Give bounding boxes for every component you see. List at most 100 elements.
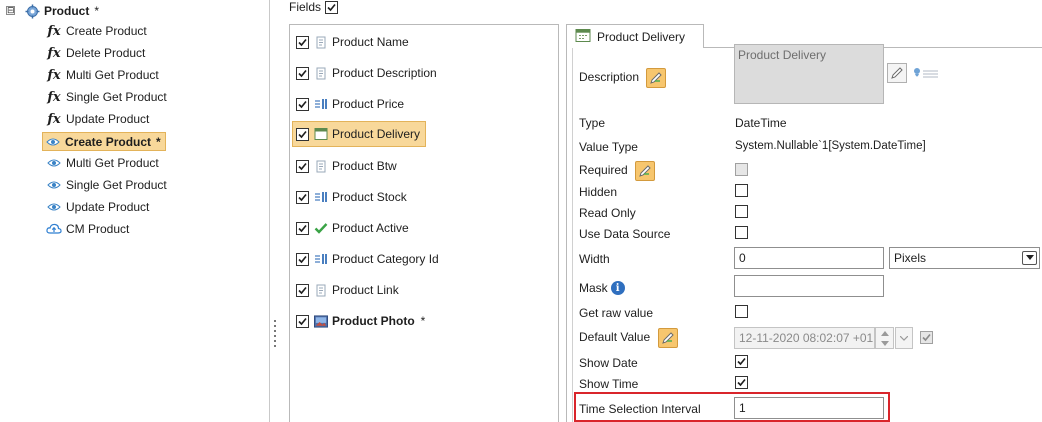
function-icon: fx [47,67,61,83]
text-field-icon [314,283,328,297]
field-checkbox[interactable] [296,314,309,328]
field-row-product-link[interactable]: Product Link [296,277,399,303]
pane-splitter-grip[interactable] [274,320,277,350]
default-value-null-checkbox [920,331,933,344]
text-field-icon [314,159,328,173]
tree-item-create-product[interactable]: fx Create Product [46,21,147,41]
cloud-icon [46,223,62,235]
field-row-product-description[interactable]: Product Description [296,60,437,86]
field-row-product-stock[interactable]: Product Stock [296,184,407,210]
get-raw-value-label: Get raw value [579,306,654,320]
tree-item-delete-product[interactable]: fx Delete Product [46,43,145,63]
required-label: Required [579,161,656,181]
field-label: Product Price [332,97,405,111]
info-icon[interactable]: i [610,281,625,295]
field-row-product-btw[interactable]: Product Btw [296,153,397,179]
tree-item-multi-get-product[interactable]: fx Multi Get Product [46,65,159,85]
field-checkbox[interactable] [296,35,309,49]
field-checkbox[interactable] [296,221,309,235]
get-raw-value-checkbox[interactable] [735,305,748,318]
field-checkbox[interactable] [296,252,309,266]
tree-item-update-product[interactable]: fx Update Product [46,109,149,129]
field-label: Product Link [332,283,399,297]
use-data-source-label: Use Data Source [579,227,671,241]
default-value-spinner [875,327,894,349]
show-date-checkbox[interactable] [735,355,748,368]
tree-item-label: Create Product [65,134,152,149]
value-type-value: System.Nullable`1[System.DateTime] [735,140,926,152]
default-value-label: Default Value [579,328,678,348]
show-time-label: Show Time [579,377,639,391]
function-icon: fx [47,23,61,39]
field-checkbox[interactable] [296,283,309,297]
description-edit-icon-button[interactable] [887,63,907,83]
show-date-label: Show Date [579,356,638,370]
read-only-checkbox[interactable] [735,205,748,218]
chevron-down-icon[interactable] [1022,251,1037,265]
object-tree: ⊟ Product * fx Create Product fx Delete … [0,0,270,422]
component-icon [24,4,40,19]
use-data-source-checkbox[interactable] [735,226,748,239]
field-row-product-category-id[interactable]: Product Category Id [296,246,439,272]
field-checkbox[interactable] [296,190,309,204]
tree-item-single-get-product-view[interactable]: Single Get Product [46,175,167,195]
description-textarea[interactable]: Product Delivery [734,44,884,104]
fields-header: Fields [289,0,339,14]
translate-icon[interactable] [912,66,940,83]
tree-item-create-product-view[interactable]: Create Product * [42,132,166,151]
number-field-icon [314,252,328,266]
tree-item-cm-product[interactable]: CM Product [46,219,129,239]
collapse-toggle[interactable]: ⊟ [6,6,15,15]
mask-input[interactable] [734,275,884,297]
tree-item-label: Create Product [66,24,147,38]
function-icon: fx [47,45,61,61]
description-edit-button[interactable] [646,68,667,88]
unsaved-star: * [420,314,426,328]
field-label: Product Category Id [332,252,439,266]
highlight-annotation-box [574,392,890,422]
required-edit-button[interactable] [635,161,656,181]
field-checkbox[interactable] [296,127,309,141]
tree-root-product[interactable]: Product * [24,1,99,21]
tree-item-label: Delete Product [66,46,146,60]
function-icon: fx [47,89,61,105]
field-row-product-price[interactable]: Product Price [296,91,404,117]
number-field-icon [314,190,328,204]
width-label: Width [579,252,610,266]
field-list: Product Name Product Description Product… [289,24,559,422]
calendar-icon [314,127,328,141]
width-input[interactable]: 0 [734,247,884,269]
edit-icon [650,72,663,84]
field-row-product-active[interactable]: Product Active [296,215,409,241]
tree-item-multi-get-product-view[interactable]: Multi Get Product [46,153,159,173]
default-value-edit-button[interactable] [657,328,678,348]
edit-icon [639,165,651,177]
chevron-down-icon [900,335,908,341]
tree-item-label: Update Product [66,200,150,214]
hidden-checkbox[interactable] [735,184,748,197]
unsaved-star: * [94,4,100,18]
mask-label: Mask i [579,281,625,295]
field-row-product-photo[interactable]: Product Photo * [296,308,425,334]
panel-inner-border [572,47,573,422]
function-icon: fx [47,111,61,127]
type-value: DateTime [735,116,787,130]
tab-product-delivery[interactable]: Product Delivery [566,24,704,48]
tree-item-update-product-view[interactable]: Update Product [46,197,149,217]
field-checkbox[interactable] [296,97,309,111]
field-row-product-delivery[interactable]: Product Delivery [292,121,427,147]
field-checkbox[interactable] [296,66,309,80]
tree-item-single-get-product[interactable]: fx Single Get Product [46,87,166,107]
eye-icon [46,202,62,212]
width-unit-select[interactable]: Pixels [889,247,1040,269]
tree-item-label: Multi Get Product [66,156,159,170]
fields-all-checkbox[interactable] [325,0,339,14]
tree-item-label: Single Get Product [66,178,167,192]
image-field-icon [314,314,328,328]
field-checkbox[interactable] [296,159,309,173]
show-time-checkbox[interactable] [735,376,748,389]
text-field-icon [314,66,328,80]
read-only-label: Read Only [579,206,636,220]
field-row-product-name[interactable]: Product Name [296,29,409,55]
tree-item-label: Multi Get Product [66,68,159,82]
